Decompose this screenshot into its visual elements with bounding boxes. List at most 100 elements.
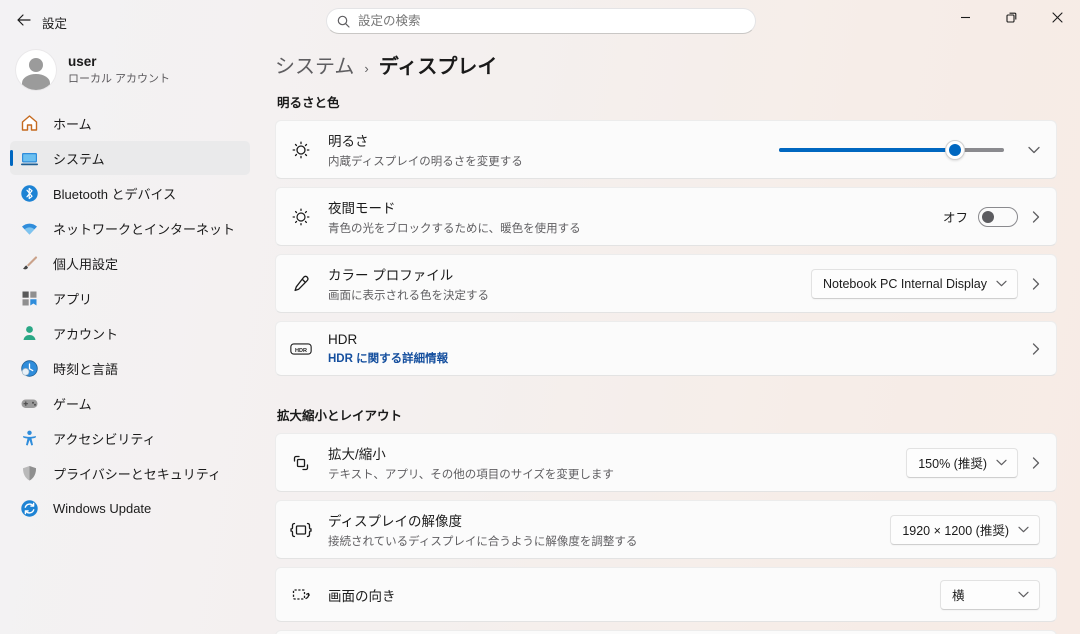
resolution-row: ディスプレイの解像度 接続されているディスプレイに合うように解像度を調整する 1… xyxy=(275,500,1057,559)
scale-icon xyxy=(290,452,312,474)
sidebar-item-gaming[interactable]: ゲーム xyxy=(10,386,250,420)
restore-icon xyxy=(1006,12,1017,23)
user-profile[interactable]: user ローカル アカウント xyxy=(10,46,250,104)
svg-text:HDR: HDR xyxy=(295,347,307,353)
back-button[interactable] xyxy=(8,6,38,34)
color-profile-dropdown-value: Notebook PC Internal Display xyxy=(823,277,987,291)
chevron-down-icon xyxy=(1018,591,1029,598)
chevron-down-icon xyxy=(1018,526,1029,533)
night-mode-toggle[interactable] xyxy=(978,207,1018,227)
section-scale-layout: 拡大縮小とレイアウト xyxy=(277,405,1057,424)
scale-dropdown-value: 150% (推奨) xyxy=(918,453,987,472)
night-mode-state: オフ xyxy=(943,207,968,226)
app-title: 設定 xyxy=(42,13,67,32)
sidebar-item-time-language[interactable]: 時刻と言語 xyxy=(10,351,250,385)
sidebar-item-label: ゲーム xyxy=(53,394,92,413)
sidebar-item-label: 時刻と言語 xyxy=(53,359,118,378)
sidebar-item-label: システム xyxy=(53,149,105,168)
color-profile-dropdown[interactable]: Notebook PC Internal Display xyxy=(811,269,1018,299)
sidebar-item-accounts[interactable]: アカウント xyxy=(10,316,250,350)
hdr-chevron-right-icon xyxy=(1032,343,1040,355)
resolution-title: ディスプレイの解像度 xyxy=(328,510,890,530)
accessibility-icon xyxy=(20,429,39,448)
sidebar-nav: ホームシステム Bluetooth とデバイスネットワークとインターネット個人用設… xyxy=(10,106,250,525)
night-mode-chevron-right-icon xyxy=(1032,211,1040,223)
user-account-type: ローカル アカウント xyxy=(68,70,170,86)
restore-button[interactable] xyxy=(988,0,1034,34)
sidebar-item-label: アクセシビリティ xyxy=(53,429,156,448)
windows-update-icon xyxy=(20,499,39,518)
close-icon xyxy=(1052,12,1063,23)
back-arrow-icon xyxy=(16,14,31,26)
sidebar-item-label: 個人用設定 xyxy=(53,254,118,273)
brightness-expand-button[interactable] xyxy=(1028,146,1040,154)
color-profile-row[interactable]: カラー プロファイル 画面に表示される色を決定する Notebook PC In… xyxy=(275,254,1057,313)
breadcrumb-system[interactable]: システム xyxy=(275,50,354,79)
color-profile-icon xyxy=(290,273,312,295)
scale-subtitle: テキスト、アプリ、その他の項目のサイズを変更します xyxy=(328,466,906,482)
color-profile-subtitle: 画面に表示される色を決定する xyxy=(328,287,811,303)
hdr-icon: HDR xyxy=(290,338,312,360)
scale-dropdown[interactable]: 150% (推奨) xyxy=(906,448,1018,478)
breadcrumb-separator: › xyxy=(364,61,368,76)
search-input[interactable] xyxy=(358,14,745,28)
page-title: ディスプレイ xyxy=(379,50,498,79)
close-button[interactable] xyxy=(1034,0,1080,34)
main-content: システム › ディスプレイ 明るさと色 明るさ 内蔵ディスプレイの明るさを変更す… xyxy=(260,40,1080,634)
scale-row[interactable]: 拡大/縮小 テキスト、アプリ、その他の項目のサイズを変更します 150% (推奨… xyxy=(275,433,1057,492)
accounts-icon xyxy=(20,324,39,343)
night-mode-title: 夜間モード xyxy=(328,197,943,217)
breadcrumb: システム › ディスプレイ xyxy=(275,50,1057,82)
sidebar-item-bluetooth[interactable]: Bluetooth とデバイス xyxy=(10,176,250,210)
hdr-title: HDR xyxy=(328,332,1018,347)
orientation-dropdown-value: 横 xyxy=(952,585,965,604)
time-language-icon xyxy=(20,359,39,378)
hdr-row[interactable]: HDR HDR HDR に関する詳細情報 xyxy=(275,321,1057,376)
avatar xyxy=(16,50,56,90)
brightness-row: 明るさ 内蔵ディスプレイの明るさを変更する xyxy=(275,120,1057,179)
sidebar-item-label: アプリ xyxy=(53,289,92,308)
sidebar-item-network[interactable]: ネットワークとインターネット xyxy=(10,211,250,245)
search-box[interactable] xyxy=(326,8,756,34)
resolution-icon xyxy=(290,519,312,541)
sidebar-item-system[interactable]: システム xyxy=(10,141,250,175)
sidebar-item-label: Windows Update xyxy=(53,501,151,516)
brightness-slider-thumb[interactable] xyxy=(945,140,965,160)
sidebar-item-label: ホーム xyxy=(53,114,92,133)
orientation-row: 画面の向き 横 xyxy=(275,567,1057,622)
privacy-icon xyxy=(20,464,39,483)
sidebar-item-accessibility[interactable]: アクセシビリティ xyxy=(10,421,250,455)
user-name: user xyxy=(68,54,170,69)
orientation-title: 画面の向き xyxy=(328,585,940,605)
minimize-button[interactable] xyxy=(942,0,988,34)
night-mode-subtitle: 青色の光をブロックするために、暖色を使用する xyxy=(328,220,943,236)
sidebar-item-label: プライバシーとセキュリティ xyxy=(53,464,221,483)
brightness-slider-fill xyxy=(779,148,955,152)
minimize-icon xyxy=(960,12,971,23)
scale-chevron-right-icon xyxy=(1032,457,1040,469)
chevron-down-icon xyxy=(996,280,1007,287)
brightness-icon xyxy=(290,139,312,161)
night-mode-row[interactable]: 夜間モード 青色の光をブロックするために、暖色を使用する オフ xyxy=(275,187,1057,246)
brightness-subtitle: 内蔵ディスプレイの明るさを変更する xyxy=(328,153,779,169)
window-controls xyxy=(942,0,1080,34)
orientation-dropdown[interactable]: 横 xyxy=(940,580,1040,610)
titlebar: 設定 xyxy=(0,0,1080,40)
sidebar: user ローカル アカウント ホームシステム Bluetooth とデバイスネッ… xyxy=(0,40,260,634)
resolution-dropdown[interactable]: 1920 × 1200 (推奨) xyxy=(890,515,1040,545)
sidebar-item-windows-update[interactable]: Windows Update xyxy=(10,491,250,525)
bluetooth-icon xyxy=(20,184,39,203)
sidebar-item-label: Bluetooth とデバイス xyxy=(53,184,176,203)
sidebar-item-personalization[interactable]: 個人用設定 xyxy=(10,246,250,280)
sidebar-item-label: アカウント xyxy=(53,324,118,343)
orientation-icon xyxy=(290,584,312,606)
system-icon xyxy=(20,149,39,168)
sidebar-item-apps[interactable]: アプリ xyxy=(10,281,250,315)
hdr-info-link[interactable]: HDR に関する詳細情報 xyxy=(328,350,1018,366)
sidebar-item-privacy[interactable]: プライバシーとセキュリティ xyxy=(10,456,250,490)
sidebar-item-home[interactable]: ホーム xyxy=(10,106,250,140)
home-icon xyxy=(20,114,39,133)
gaming-icon xyxy=(20,394,39,413)
brightness-title: 明るさ xyxy=(328,130,779,150)
brightness-slider[interactable] xyxy=(779,148,1004,152)
